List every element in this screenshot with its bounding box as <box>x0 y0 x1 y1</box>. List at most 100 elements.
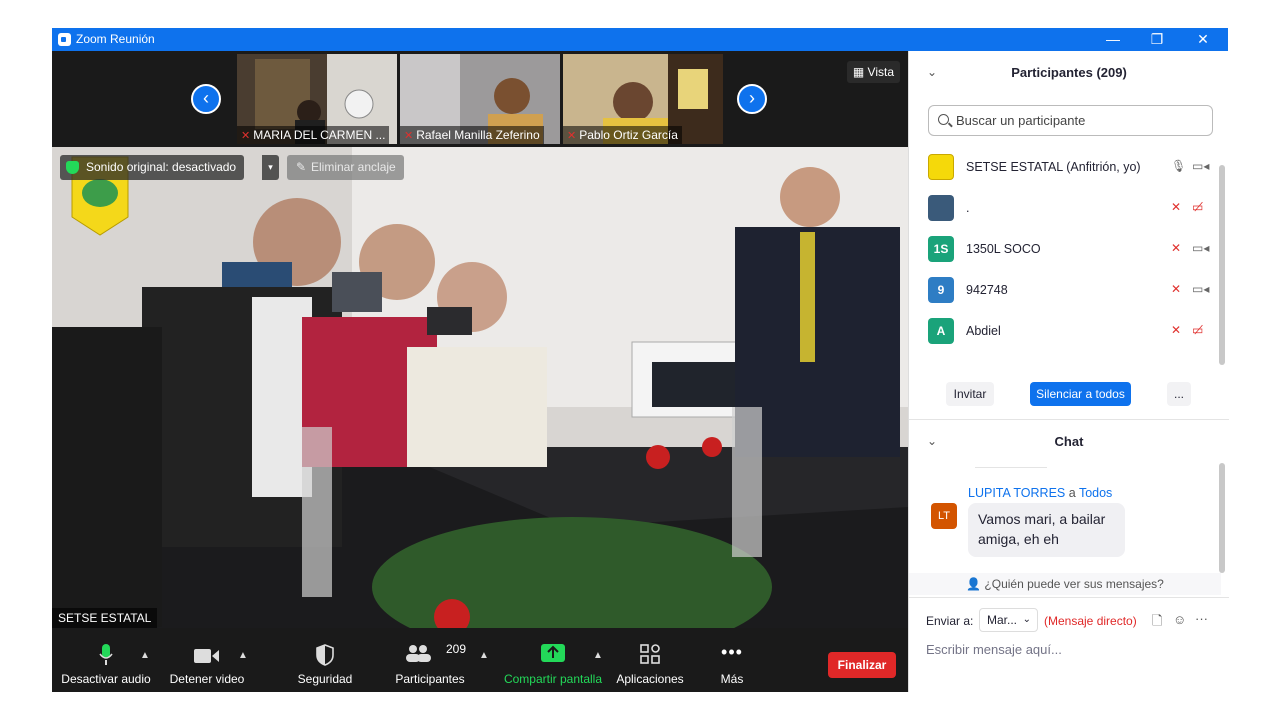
participants-button[interactable]: 209 Participantes <box>392 628 468 692</box>
prev-page-button[interactable]: ‹ <box>191 84 221 114</box>
panel-divider <box>909 419 1229 420</box>
end-meeting-button[interactable]: Finalizar <box>828 652 896 678</box>
video-options-chevron-icon[interactable]: ▲ <box>238 650 248 661</box>
mute-all-button[interactable]: Silenciar a todos <box>1030 382 1131 406</box>
participant-row[interactable]: A Abdiel ✕ ▭̸ <box>909 311 1221 352</box>
video-camera-icon[interactable]: ▭◂ <box>1192 282 1209 296</box>
chat-message-input[interactable]: Escribir mensaje aquí... <box>926 642 1062 657</box>
recipient-select[interactable]: Mar... ⌄ <box>979 608 1038 632</box>
thumb-name: MARIA DEL CARMEN ... <box>253 128 386 142</box>
view-button[interactable]: ▦ Vista <box>846 61 900 83</box>
chat-header: ⌄ Chat <box>909 423 1229 461</box>
chevron-down-icon: ⌄ <box>1022 614 1031 625</box>
participant-name: . <box>966 201 970 215</box>
participant-search-input[interactable]: Buscar un participante <box>928 105 1213 136</box>
invite-button[interactable]: Invitar <box>946 382 994 406</box>
video-camera-icon[interactable]: ▭◂ <box>1192 159 1209 173</box>
thumb-name: Pablo Ortiz García <box>579 128 678 142</box>
recipient-value: Mar... <box>987 613 1018 627</box>
participant-row[interactable]: 9 942748 ✕ ▭◂ <box>909 270 1221 311</box>
share-label: Compartir pantalla <box>503 672 603 686</box>
restore-button[interactable]: ❐ <box>1134 28 1180 51</box>
more-button[interactable]: ••• Más <box>706 628 758 692</box>
participant-thumb[interactable]: ✕ MARIA DEL CARMEN ... <box>237 54 397 144</box>
emoji-icon[interactable]: ☺ <box>1173 612 1186 627</box>
participant-thumb[interactable]: ✕ Rafael Manilla Zeferino <box>400 54 560 144</box>
participants-header: ⌄ Participantes (209) <box>909 51 1229 95</box>
original-sound-toggle[interactable]: Sonido original: desactivado <box>60 155 245 180</box>
participant-row[interactable]: 1S 1350L SOCO ✕ ▭◂ <box>909 229 1221 270</box>
mic-off-icon[interactable]: ✕ <box>1171 200 1181 214</box>
participants-more-button[interactable]: ... <box>1167 382 1191 406</box>
security-label: Seguridad <box>297 672 353 686</box>
more-dots-icon[interactable]: ··· <box>1195 611 1208 626</box>
mic-off-icon[interactable]: ✕ <box>1171 241 1181 255</box>
participant-thumb[interactable]: ✕ Pablo Ortiz García <box>563 54 723 144</box>
more-label: Más <box>720 672 744 686</box>
microphone-icon <box>99 644 113 665</box>
who-can-see-link[interactable]: 👤 ¿Quién puede ver sus mensajes? <box>909 573 1221 595</box>
share-screen-button[interactable]: Compartir pantalla <box>498 628 608 692</box>
security-button[interactable]: Seguridad <box>290 628 360 692</box>
pin-icon: ✎ <box>296 160 307 174</box>
video-label: Detener video <box>169 672 245 686</box>
view-label: Vista <box>867 65 894 79</box>
person-info-icon: 👤 <box>966 577 985 591</box>
participant-row[interactable]: . ✕ ▭̸ <box>909 188 1221 229</box>
original-sound-dropdown-icon[interactable]: ▾ <box>262 155 279 180</box>
zoom-window: Zoom Reunión — ❐ ✕ ‹ ✕ MARIA DEL CARMEN .… <box>52 28 1229 692</box>
shield-icon <box>316 644 334 666</box>
participants-options-chevron-icon[interactable]: ▲ <box>479 650 489 661</box>
thumbnail-strip: ‹ ✕ MARIA DEL CARMEN ... ✕ Rafael Manill… <box>52 51 908 147</box>
apps-label: Aplicaciones <box>616 672 684 686</box>
meeting-toolbar: Desactivar audio ▲ Detener video ▲ Segur… <box>52 628 908 692</box>
mute-label: Desactivar audio <box>61 672 151 686</box>
mic-off-icon[interactable]: ✕ <box>1171 323 1181 337</box>
thumb-name-label: ✕ Rafael Manilla Zeferino <box>400 126 544 144</box>
minimize-button[interactable]: — <box>1090 28 1136 51</box>
video-off-icon[interactable]: ▭̸ <box>1192 323 1203 337</box>
who-can-see-label: ¿Quién puede ver sus mensajes? <box>984 577 1164 591</box>
video-camera-icon[interactable]: ▭◂ <box>1192 241 1209 255</box>
avatar: 1S <box>928 236 954 262</box>
send-to-label: Enviar a: <box>926 614 974 628</box>
file-icon[interactable]: 🗋 <box>1152 612 1162 634</box>
video-area: ‹ ✕ MARIA DEL CARMEN ... ✕ Rafael Manill… <box>52 51 908 692</box>
share-screen-icon <box>541 644 565 662</box>
audio-options-chevron-icon[interactable]: ▲ <box>140 650 150 661</box>
collapse-chevron-icon[interactable]: ⌄ <box>927 434 937 448</box>
active-speaker-video: Sonido original: desactivado ▾ ✎ Eliminar… <box>52 147 908 628</box>
more-dots-icon: ••• <box>721 642 743 662</box>
participant-row[interactable]: SETSE ESTATAL (Anfitrión, yo) 🎙 ▭◂ <box>909 147 1221 188</box>
mic-off-icon: ✕ <box>404 130 414 142</box>
apps-button[interactable]: Aplicaciones <box>612 628 688 692</box>
chat-title: Chat <box>1054 434 1084 449</box>
apps-icon <box>640 644 660 664</box>
participant-list-scrollbar[interactable] <box>1219 165 1225 365</box>
grid-icon: ▦ <box>852 65 868 79</box>
video-camera-icon <box>194 649 219 663</box>
video-off-icon[interactable]: ▭̸ <box>1192 200 1203 214</box>
avatar: A <box>928 318 954 344</box>
collapse-chevron-icon[interactable]: ⌄ <box>927 65 937 79</box>
microphone-icon[interactable]: 🎙 <box>1171 159 1186 173</box>
participants-title: Participantes (209) <box>1011 65 1127 80</box>
mute-button[interactable]: Desactivar audio <box>60 628 152 692</box>
thumb-name-label: ✕ Pablo Ortiz García <box>563 126 682 144</box>
window-title: Zoom Reunión <box>76 32 155 46</box>
speaker-name-label: SETSE ESTATAL <box>52 608 158 628</box>
chat-scrollbar[interactable] <box>1219 463 1225 573</box>
chat-message-header: LUPITA TORRES a Todos <box>968 486 1112 500</box>
mic-off-icon[interactable]: ✕ <box>1171 282 1181 296</box>
original-sound-label: Sonido original: desactivado <box>86 160 237 174</box>
chat-divider <box>975 467 1047 468</box>
share-options-chevron-icon[interactable]: ▲ <box>593 650 603 661</box>
chat-message-bubble: Vamos mari, a bailar amiga, eh eh <box>968 503 1125 557</box>
chat-recipient: Todos <box>1078 486 1113 500</box>
chat-to-word: a <box>1068 486 1076 500</box>
unpin-button[interactable]: ✎ Eliminar anclaje <box>287 155 404 180</box>
close-button[interactable]: ✕ <box>1180 28 1226 51</box>
next-page-button[interactable]: › <box>737 84 767 114</box>
participant-name: SETSE ESTATAL (Anfitrión, yo) <box>966 160 1141 174</box>
chat-input-divider <box>909 597 1229 598</box>
